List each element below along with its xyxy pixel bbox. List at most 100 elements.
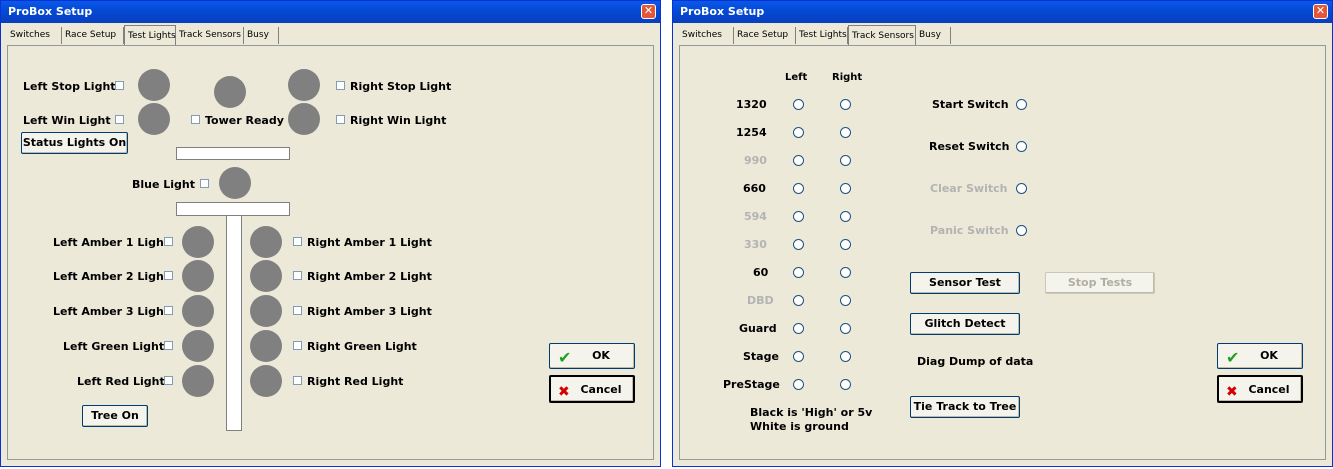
cancel-button[interactable]: ✖ Cancel [549, 375, 635, 403]
blue-light-checkbox[interactable] [200, 179, 209, 188]
sensor-60-right-radio[interactable] [840, 267, 851, 278]
left-amber-1-label: Left Amber 1 Light [53, 236, 170, 249]
sensor-990-left-radio[interactable] [793, 155, 804, 166]
sensor-594-label: 594 [744, 210, 767, 223]
sensor-1254-left-radio[interactable] [793, 127, 804, 138]
start-switch-label: Start Switch [932, 98, 1009, 111]
sensor-stage-label: Stage [743, 350, 779, 363]
cancel-button[interactable]: ✖ Cancel [1217, 375, 1303, 403]
sensor-stage-right-radio[interactable] [840, 351, 851, 362]
sensor-990-right-radio[interactable] [840, 155, 851, 166]
left-amber-1-lamp [182, 226, 214, 258]
tree-crossbar [176, 202, 290, 216]
left-stop-light-lamp [138, 69, 170, 101]
cancel-x-icon: ✖ [558, 384, 570, 400]
right-red-label: Right Red Light [307, 375, 404, 388]
right-amber-2-checkbox[interactable] [293, 271, 302, 280]
right-red-lamp [250, 365, 282, 397]
close-icon[interactable]: ✕ [641, 4, 656, 19]
right-amber-1-label: Right Amber 1 Light [307, 236, 432, 249]
sensor-594-right-radio[interactable] [840, 211, 851, 222]
checkmark-icon: ✔ [1226, 348, 1240, 367]
left-win-light-checkbox[interactable] [115, 115, 124, 124]
tower-ready-checkbox[interactable] [191, 115, 200, 124]
tie-track-to-tree-button[interactable]: Tie Track to Tree [910, 396, 1020, 418]
tab-race-setup[interactable]: Race Setup [62, 27, 124, 44]
sensor-1320-right-radio[interactable] [840, 99, 851, 110]
sensor-990-label: 990 [744, 154, 767, 167]
right-win-light-label: Right Win Light [350, 114, 447, 127]
sensor-dbd-label: DBD [747, 294, 774, 307]
window-title: ProBox Setup [8, 5, 93, 18]
tab-busy[interactable]: Busy [244, 27, 279, 44]
sensor-1254-right-radio[interactable] [840, 127, 851, 138]
right-win-light-lamp [288, 103, 320, 135]
sensor-stage-left-radio[interactable] [793, 351, 804, 362]
sensor-1320-label: 1320 [736, 98, 767, 111]
right-amber-1-checkbox[interactable] [293, 237, 302, 246]
tab-switches[interactable]: Switches [679, 27, 734, 44]
close-icon[interactable]: ✕ [1313, 4, 1328, 19]
sensor-guard-right-radio[interactable] [840, 323, 851, 334]
ok-button[interactable]: ✔ OK [549, 343, 635, 369]
right-win-light-checkbox[interactable] [336, 115, 345, 124]
sensor-330-left-radio[interactable] [793, 239, 804, 250]
reset-switch-label: Reset Switch [929, 140, 1010, 153]
right-stop-light-label: Right Stop Light [350, 80, 452, 93]
sensor-guard-left-radio[interactable] [793, 323, 804, 334]
title-bar[interactable]: ProBox Setup ✕ [673, 1, 1332, 23]
left-amber-3-checkbox[interactable] [164, 306, 173, 315]
tab-track-sensors[interactable]: Track Sensors [848, 25, 916, 45]
reset-switch-radio[interactable] [1016, 141, 1027, 152]
sensor-60-label: 60 [753, 266, 769, 279]
left-red-lamp [182, 365, 214, 397]
status-lights-on-button[interactable]: Status Lights On [21, 132, 128, 154]
sensor-prestage-right-radio[interactable] [840, 379, 851, 390]
ok-button[interactable]: ✔ OK [1217, 343, 1303, 369]
sensor-dbd-left-radio[interactable] [793, 295, 804, 306]
left-amber-2-checkbox[interactable] [164, 271, 173, 280]
left-win-light-lamp [138, 103, 170, 135]
sensor-330-right-radio[interactable] [840, 239, 851, 250]
right-amber-3-lamp [250, 295, 282, 327]
tree-top-bar [176, 147, 290, 160]
sensor-1254-label: 1254 [736, 126, 767, 139]
tab-race-setup[interactable]: Race Setup [734, 27, 796, 44]
stop-tests-button[interactable]: Stop Tests [1045, 272, 1155, 294]
sensor-660-right-radio[interactable] [840, 183, 851, 194]
right-green-checkbox[interactable] [293, 341, 302, 350]
right-stop-light-lamp [288, 69, 320, 101]
tower-ready-lamp [214, 76, 246, 108]
sensor-prestage-left-radio[interactable] [793, 379, 804, 390]
right-amber-3-checkbox[interactable] [293, 306, 302, 315]
sensor-test-button[interactable]: Sensor Test [910, 272, 1020, 294]
sensor-dbd-right-radio[interactable] [840, 295, 851, 306]
left-amber-1-checkbox[interactable] [164, 237, 173, 246]
sensor-1320-left-radio[interactable] [793, 99, 804, 110]
sensor-594-left-radio[interactable] [793, 211, 804, 222]
panic-switch-radio[interactable] [1016, 225, 1027, 236]
left-stop-light-checkbox[interactable] [115, 81, 124, 90]
tower-ready-label: Tower Ready [205, 114, 284, 127]
tab-test-lights[interactable]: Test Lights [124, 25, 176, 45]
sensor-60-left-radio[interactable] [793, 267, 804, 278]
sensor-660-left-radio[interactable] [793, 183, 804, 194]
tab-test-lights[interactable]: Test Lights [796, 27, 848, 44]
glitch-detect-button[interactable]: Glitch Detect [910, 313, 1020, 335]
ok-label: OK [1260, 349, 1278, 362]
start-switch-radio[interactable] [1016, 99, 1027, 110]
tab-busy[interactable]: Busy [916, 27, 951, 44]
title-bar[interactable]: ProBox Setup ✕ [1, 1, 660, 23]
left-amber-3-lamp [182, 295, 214, 327]
right-green-label: Right Green Light [307, 340, 417, 353]
right-amber-3-label: Right Amber 3 Light [307, 305, 432, 318]
tree-on-button[interactable]: Tree On [82, 405, 148, 427]
tab-track-sensors[interactable]: Track Sensors [176, 27, 244, 44]
left-red-checkbox[interactable] [164, 376, 173, 385]
right-red-checkbox[interactable] [293, 376, 302, 385]
right-amber-2-lamp [250, 260, 282, 292]
left-green-checkbox[interactable] [164, 341, 173, 350]
tab-switches[interactable]: Switches [7, 27, 62, 44]
right-stop-light-checkbox[interactable] [336, 81, 345, 90]
clear-switch-radio[interactable] [1016, 183, 1027, 194]
